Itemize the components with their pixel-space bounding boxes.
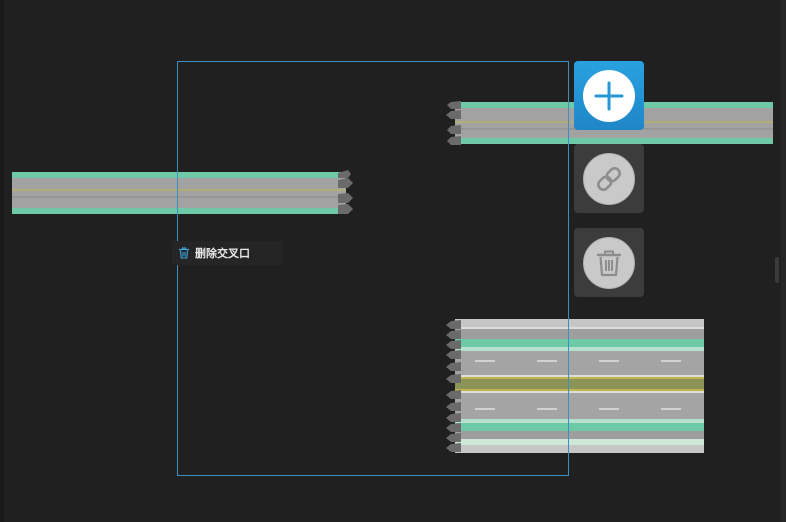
delete-intersection-menu-item[interactable]: 删除交叉口: [172, 241, 283, 265]
scrollbar-thumb[interactable]: [775, 257, 779, 283]
link-button[interactable]: [574, 144, 644, 213]
canvas-right-edge: [781, 0, 786, 522]
link-icon: [583, 152, 635, 205]
add-button[interactable]: [574, 61, 644, 130]
delete-button[interactable]: [574, 228, 644, 297]
plus-icon: [583, 69, 635, 122]
canvas-left-edge: [0, 0, 4, 522]
trash-icon: [583, 236, 635, 289]
trash-icon: [178, 247, 190, 259]
delete-intersection-label: 删除交叉口: [195, 247, 250, 260]
road-segment-bottom-right[interactable]: [445, 318, 707, 454]
road-segment-left[interactable]: [12, 170, 358, 216]
